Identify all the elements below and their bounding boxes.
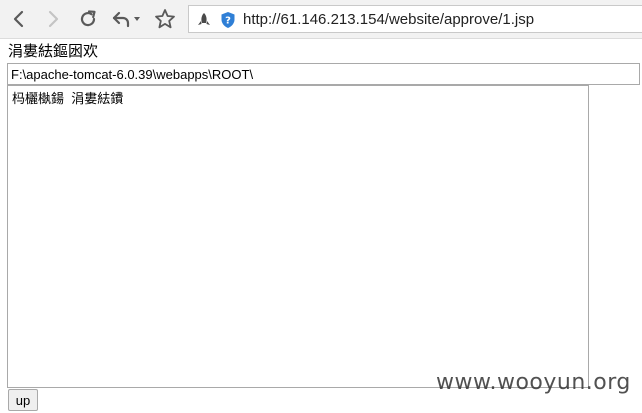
svg-text:?: ? [225, 16, 231, 27]
bookmark-button[interactable] [152, 6, 178, 32]
forward-button[interactable] [40, 6, 66, 32]
forward-icon [45, 10, 61, 28]
extension-rocket-icon[interactable] [195, 11, 213, 29]
file-content-textarea[interactable]: 杩欐槸鍚 涓婁紶鐨 [7, 85, 589, 388]
reload-icon [78, 9, 98, 29]
address-bar[interactable]: ? http://61.146.213.154/website/approve/… [188, 5, 642, 33]
reply-icon [111, 9, 133, 29]
bookmark-star-icon [154, 8, 176, 30]
back-icon [11, 10, 27, 28]
dropdown-caret-icon [133, 15, 141, 23]
browser-toolbar: ? http://61.146.213.154/website/approve/… [0, 0, 642, 39]
page-heading: 涓婁紶鏂囦欢 [8, 43, 99, 60]
upload-button[interactable]: up [8, 389, 38, 411]
reload-button[interactable] [75, 6, 101, 32]
security-shield-icon[interactable]: ? [219, 11, 237, 29]
page-content: 涓婁紶鏂囦欢 杩欐槸鍚 涓婁紶鐨 up [0, 39, 642, 413]
path-input[interactable] [7, 63, 640, 85]
url-text: http://61.146.213.154/website/approve/1.… [243, 11, 535, 28]
back-button[interactable] [6, 6, 32, 32]
undo-close-button[interactable] [108, 6, 144, 32]
watermark-text: www.wooyun.org [436, 370, 631, 395]
